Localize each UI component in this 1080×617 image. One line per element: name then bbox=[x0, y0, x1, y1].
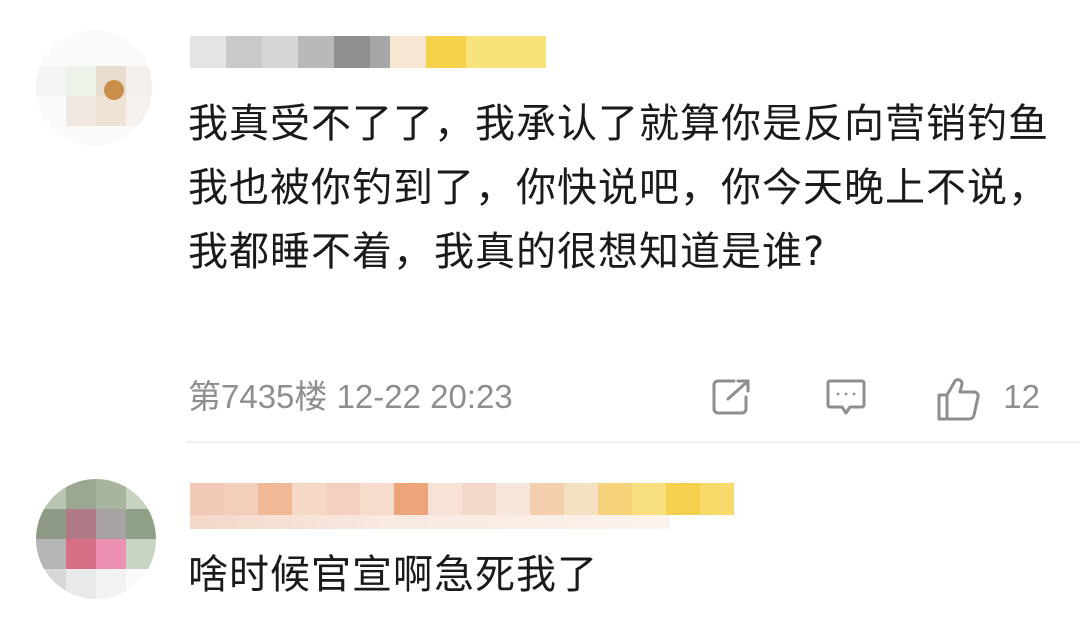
comment-icon[interactable] bbox=[824, 377, 868, 417]
share-icon[interactable] bbox=[710, 377, 754, 417]
comment-text: 啥时候官宣啊急死我了 bbox=[188, 552, 598, 598]
comment-item: 啥时候官宣啊急死我了 bbox=[0, 443, 1080, 617]
like-count: 12 bbox=[1003, 378, 1040, 415]
comment-text: 我真受不了了，我承认了就算你是反向营销钓鱼我也被你钓到了，你快说吧，你今天晚上不… bbox=[188, 101, 1049, 275]
like-icon[interactable] bbox=[936, 377, 980, 421]
avatar-mosaic bbox=[36, 66, 152, 126]
avatar[interactable] bbox=[36, 479, 156, 599]
floor-time-label: 第7435楼 12-22 20:23 bbox=[188, 378, 513, 415]
username-redacted-shadow bbox=[190, 515, 670, 529]
comment-item: 我真受不了了，我承认了就算你是反向营销钓鱼我也被你钓到了，你快说吧，你今天晚上不… bbox=[0, 0, 1080, 441]
comment-meta: 第7435楼 12-22 20:23 12 bbox=[188, 373, 1048, 421]
username-redacted[interactable] bbox=[190, 483, 734, 515]
avatar[interactable] bbox=[36, 30, 152, 146]
username-redacted[interactable] bbox=[190, 36, 546, 68]
